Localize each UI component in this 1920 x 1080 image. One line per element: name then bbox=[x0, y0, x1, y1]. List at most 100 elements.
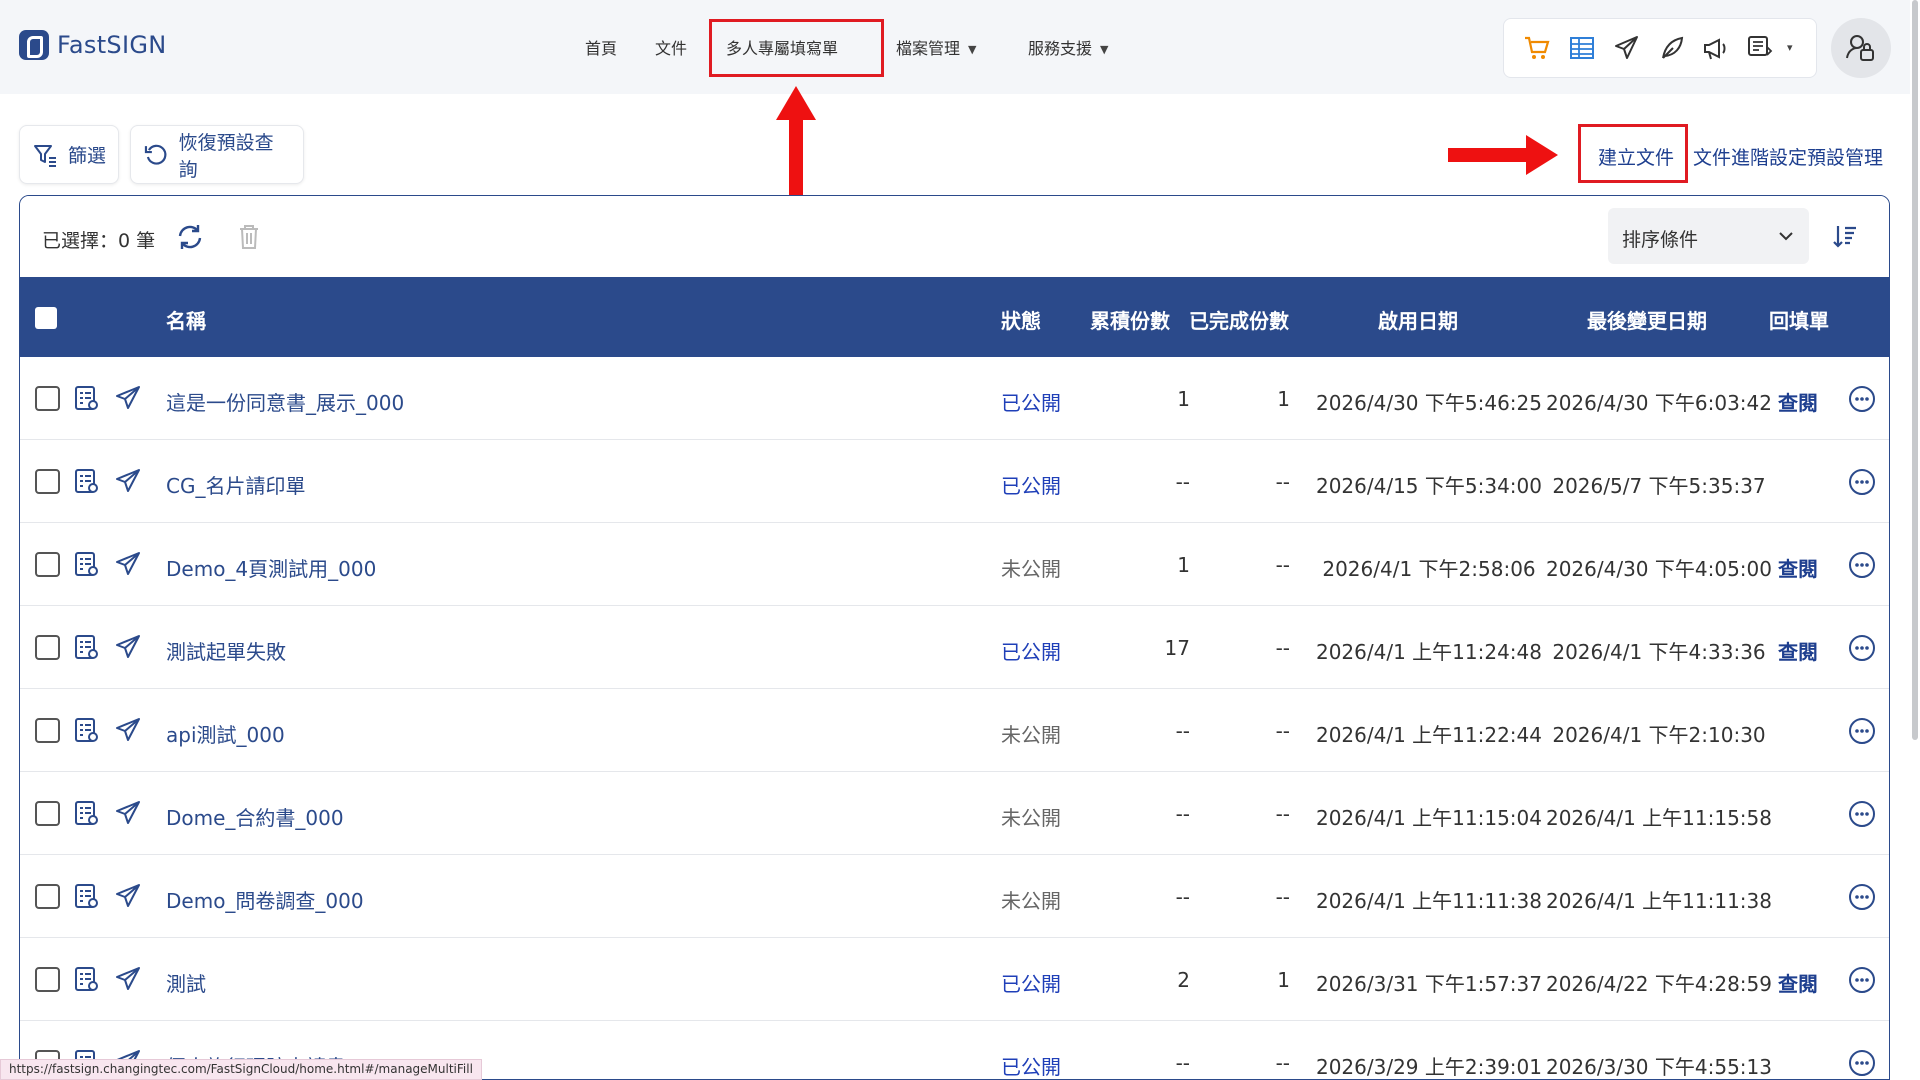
document-name-link[interactable]: 這是一份同意書_展示_000 bbox=[166, 387, 404, 416]
feather-icon[interactable] bbox=[1657, 33, 1687, 63]
table-row[interactable]: api測試_000 未公開 -- -- 2026/4/1 上午11:22:44 2026/… bbox=[20, 689, 1889, 772]
more-options-icon[interactable] bbox=[1848, 551, 1876, 579]
send-icon[interactable] bbox=[114, 882, 142, 910]
form-view-icon[interactable] bbox=[72, 467, 100, 495]
header-status[interactable]: 狀態 bbox=[1001, 305, 1041, 334]
send-icon[interactable] bbox=[114, 550, 142, 578]
nav-service-support-label: 服務支援 bbox=[1028, 39, 1093, 58]
row-checkbox[interactable] bbox=[35, 469, 60, 494]
more-options-icon[interactable] bbox=[1848, 468, 1876, 496]
modified-date: 2026/3/30 下午4:55:13 bbox=[1545, 1055, 1772, 1079]
sort-select[interactable]: 排序條件 bbox=[1608, 208, 1809, 264]
view-replies-link[interactable]: 查閱 bbox=[1778, 553, 1818, 582]
reset-query-button[interactable]: 恢復預設查詢 bbox=[130, 125, 304, 184]
advanced-settings-link[interactable]: 文件進階設定預設管理 bbox=[1693, 143, 1883, 170]
modified-date: 2026/4/30 下午6:03:42 bbox=[1545, 391, 1772, 415]
document-name-link[interactable]: Demo_問卷調查_000 bbox=[166, 885, 364, 914]
nav-documents[interactable]: 文件 bbox=[655, 35, 687, 59]
chevron-down-icon[interactable]: ▾ bbox=[1787, 41, 1793, 54]
more-options-icon[interactable] bbox=[1848, 385, 1876, 413]
send-icon[interactable] bbox=[1612, 33, 1642, 63]
form-view-icon[interactable] bbox=[72, 384, 100, 412]
send-icon[interactable] bbox=[114, 633, 142, 661]
filter-label: 篩選 bbox=[68, 145, 107, 167]
more-options-icon[interactable] bbox=[1848, 883, 1876, 911]
form-view-icon[interactable] bbox=[72, 633, 100, 661]
link-preview-statusbar: https://fastsign.changingtec.com/FastSig… bbox=[0, 1059, 482, 1080]
form-view-icon[interactable] bbox=[72, 550, 100, 578]
page-scrollbar[interactable] bbox=[1912, 0, 1918, 740]
user-avatar[interactable] bbox=[1831, 18, 1891, 78]
refresh-icon[interactable] bbox=[175, 222, 205, 252]
selected-count: 已選擇：0 筆 bbox=[42, 230, 156, 252]
document-name-link[interactable]: Demo_4頁測試用_000 bbox=[166, 553, 376, 582]
table-row[interactable]: 測試起單失敗 已公開 17 -- 2026/4/1 上午11:24:48 2026/4/1… bbox=[20, 606, 1889, 689]
more-options-icon[interactable] bbox=[1848, 966, 1876, 994]
view-replies-link[interactable]: 查閱 bbox=[1778, 968, 1818, 997]
document-name-link[interactable]: api測試_000 bbox=[166, 719, 285, 748]
brand-logo[interactable]: FastSIGN bbox=[19, 30, 167, 60]
form-view-icon[interactable] bbox=[72, 799, 100, 827]
send-icon[interactable] bbox=[114, 716, 142, 744]
status-badge: 未公開 bbox=[1001, 557, 1061, 581]
document-list-panel: 已選擇：0 筆 排序條件 名稱 狀態 累積份數 已完成份數 啟用日期 最後變更日… bbox=[19, 195, 1890, 1080]
create-document-highlight-box bbox=[1578, 124, 1688, 183]
row-checkbox[interactable] bbox=[35, 386, 60, 411]
nav-service-support[interactable]: 服務支援 ▼ bbox=[1028, 35, 1108, 59]
trash-icon[interactable] bbox=[236, 222, 262, 252]
header-start-date[interactable]: 啟用日期 bbox=[1378, 305, 1458, 334]
more-options-icon[interactable] bbox=[1848, 800, 1876, 828]
more-options-icon[interactable] bbox=[1848, 1049, 1876, 1077]
megaphone-icon[interactable] bbox=[1701, 33, 1731, 63]
send-icon[interactable] bbox=[114, 965, 142, 993]
done-count: 1 bbox=[1277, 968, 1290, 992]
document-name-link[interactable]: 測試 bbox=[166, 968, 206, 997]
status-badge: 未公開 bbox=[1001, 889, 1061, 913]
table-row[interactable]: 測試 已公開 2 1 2026/3/31 下午1:57:37 2026/4/22 下午4:… bbox=[20, 938, 1889, 1021]
filter-button[interactable]: 篩選 bbox=[19, 125, 119, 184]
header-total[interactable]: 累積份數 bbox=[1090, 305, 1170, 334]
cart-icon[interactable] bbox=[1522, 33, 1552, 63]
reset-icon bbox=[144, 144, 167, 165]
user-icon bbox=[1846, 35, 1874, 61]
nav-file-management[interactable]: 檔案管理 ▼ bbox=[896, 35, 976, 59]
row-checkbox[interactable] bbox=[35, 718, 60, 743]
table-row[interactable]: Dome_合約書_000 未公開 -- -- 2026/4/1 上午11:15:04 20… bbox=[20, 772, 1889, 855]
table-icon[interactable] bbox=[1567, 33, 1597, 63]
done-count: -- bbox=[1275, 553, 1290, 577]
more-options-icon[interactable] bbox=[1848, 717, 1876, 745]
document-name-link[interactable]: CG_名片請印單 bbox=[166, 470, 305, 499]
more-options-icon[interactable] bbox=[1848, 634, 1876, 662]
table-row[interactable]: CG_名片請印單 已公開 -- -- 2026/4/15 下午5:34:00 2026/5… bbox=[20, 440, 1889, 523]
form-view-icon[interactable] bbox=[72, 716, 100, 744]
row-checkbox[interactable] bbox=[35, 884, 60, 909]
header-name[interactable]: 名稱 bbox=[166, 305, 206, 334]
send-icon[interactable] bbox=[114, 799, 142, 827]
row-checkbox[interactable] bbox=[35, 635, 60, 660]
row-checkbox[interactable] bbox=[35, 801, 60, 826]
form-view-icon[interactable] bbox=[72, 965, 100, 993]
row-checkbox[interactable] bbox=[35, 552, 60, 577]
document-name-link[interactable]: Dome_合約書_000 bbox=[166, 802, 344, 831]
modified-date: 2026/4/22 下午4:28:59 bbox=[1545, 972, 1772, 996]
table-row[interactable]: Demo_問卷調查_000 未公開 -- -- 2026/4/1 上午11:11:38 2… bbox=[20, 855, 1889, 938]
note-icon[interactable] bbox=[1745, 33, 1775, 63]
table-row[interactable]: Demo_4頁測試用_000 未公開 1 -- 2026/4/1 下午2:58:06 20… bbox=[20, 523, 1889, 606]
status-badge: 已公開 bbox=[1001, 391, 1061, 415]
row-checkbox[interactable] bbox=[35, 967, 60, 992]
modified-date: 2026/4/1 下午2:10:30 bbox=[1552, 723, 1766, 747]
nav-home[interactable]: 首頁 bbox=[585, 35, 617, 59]
form-view-icon[interactable] bbox=[72, 882, 100, 910]
send-icon[interactable] bbox=[114, 384, 142, 412]
done-count: -- bbox=[1275, 470, 1290, 494]
header-modified-date[interactable]: 最後變更日期 bbox=[1587, 305, 1707, 334]
start-date: 2026/4/1 上午11:24:48 bbox=[1315, 640, 1542, 664]
send-icon[interactable] bbox=[114, 467, 142, 495]
header-done[interactable]: 已完成份數 bbox=[1189, 305, 1289, 334]
view-replies-link[interactable]: 查閱 bbox=[1778, 387, 1818, 416]
view-replies-link[interactable]: 查閱 bbox=[1778, 636, 1818, 665]
document-name-link[interactable]: 測試起單失敗 bbox=[166, 636, 286, 665]
sort-order-icon[interactable] bbox=[1831, 222, 1859, 250]
table-row[interactable]: 這是一份同意書_展示_000 已公開 1 1 2026/4/30 下午5:46:25 20… bbox=[20, 357, 1889, 440]
select-all-checkbox[interactable] bbox=[35, 307, 57, 329]
